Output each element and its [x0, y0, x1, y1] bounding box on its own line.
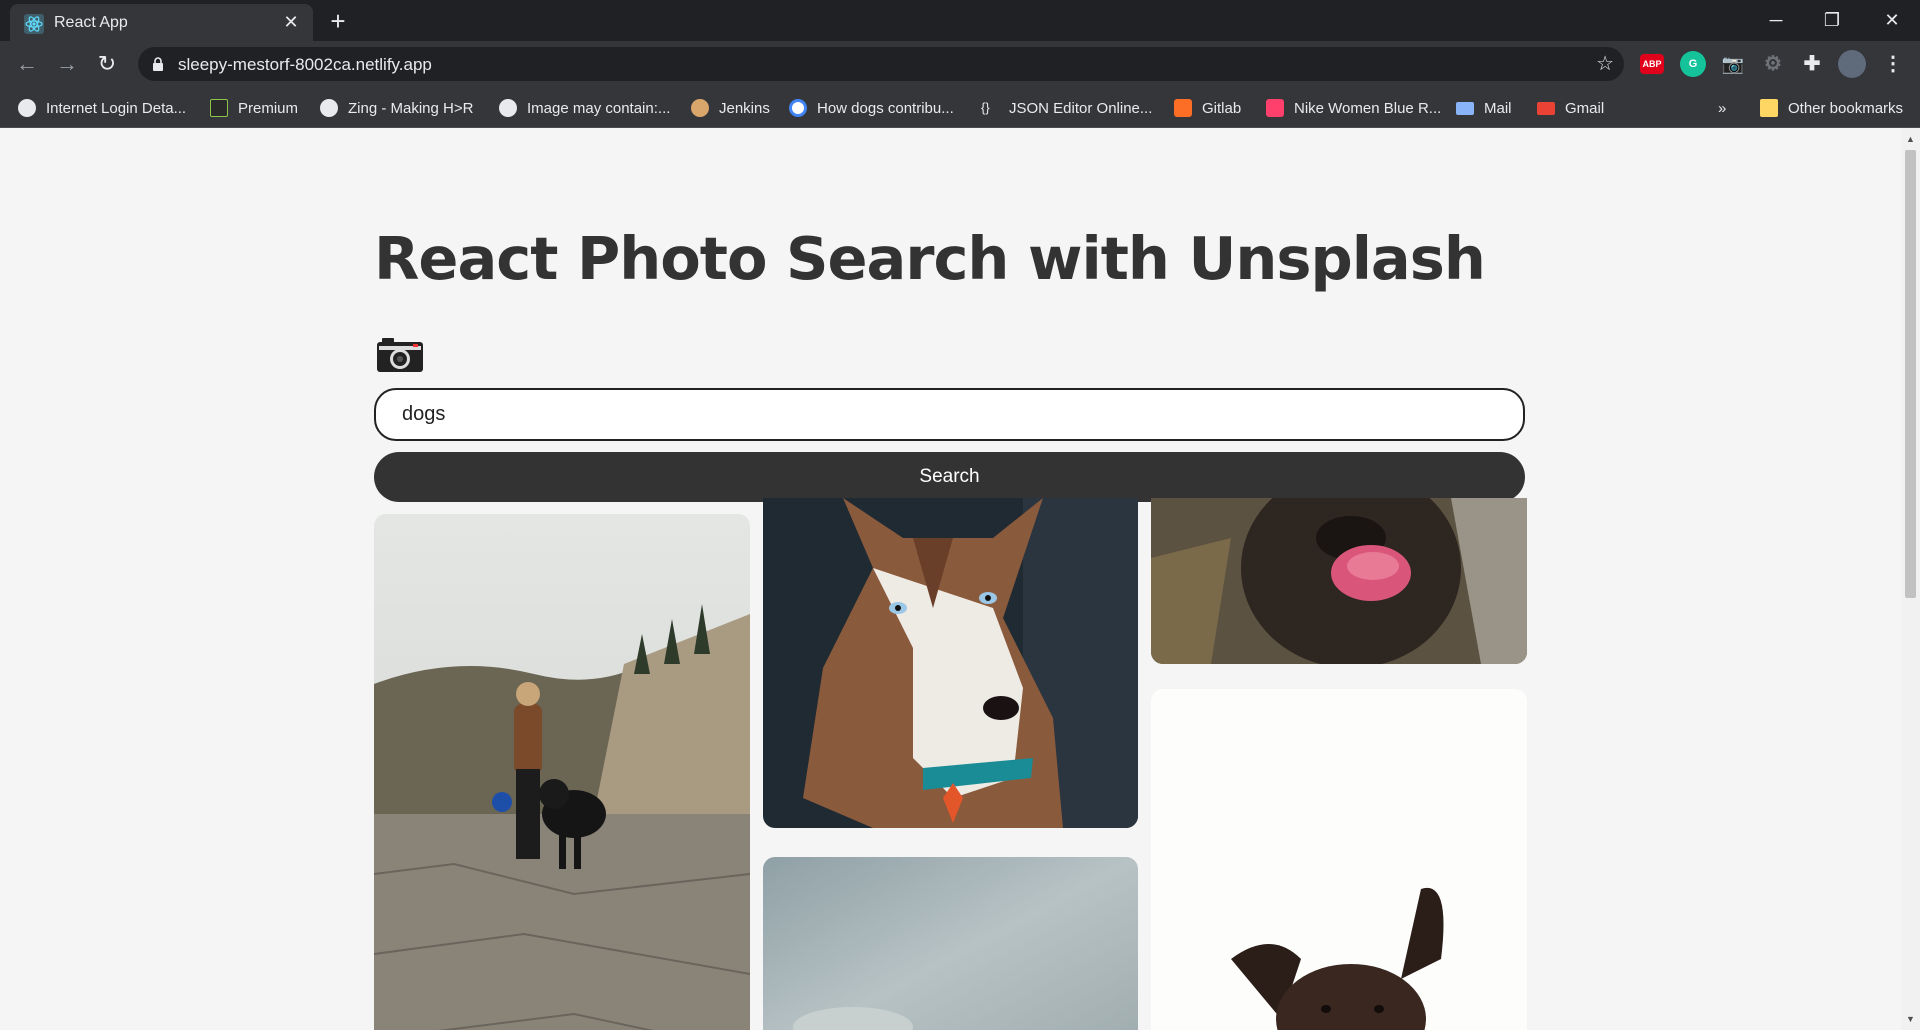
- react-icon: [24, 14, 44, 34]
- address-bar[interactable]: sleepy-mestorf-8002ca.netlify.app ☆: [138, 47, 1624, 81]
- chrome-menu-icon[interactable]: ⋮: [1880, 51, 1906, 77]
- scroll-down-icon[interactable]: ▼: [1905, 1014, 1916, 1024]
- close-window-icon[interactable]: ✕: [1864, 0, 1920, 41]
- minimize-icon[interactable]: ─: [1748, 0, 1804, 41]
- browser-tab[interactable]: React App ✕: [10, 4, 313, 41]
- restore-icon[interactable]: ❐: [1804, 0, 1860, 41]
- adblock-icon[interactable]: ABP: [1640, 54, 1664, 74]
- forward-icon[interactable]: →: [52, 49, 82, 79]
- search-input[interactable]: [374, 388, 1525, 441]
- tab-title: React App: [54, 14, 128, 31]
- camera-icon: [377, 338, 423, 372]
- myntra-icon: [1266, 99, 1284, 117]
- photo-image: [374, 514, 750, 1030]
- premium-icon: [210, 99, 228, 117]
- gmail-icon: [1537, 101, 1555, 115]
- browser-titlebar: React App ✕ + ─ ❐ ✕: [0, 0, 1920, 41]
- back-icon[interactable]: ←: [12, 49, 42, 79]
- bookmark-item[interactable]: Mail: [1456, 96, 1512, 120]
- photo-image: [763, 857, 1138, 1030]
- photo-image: [1151, 689, 1527, 1030]
- jenkins-icon: [691, 99, 709, 117]
- page-content: React Photo Search with Unsplash Search: [0, 128, 1901, 1030]
- profile-avatar-icon[interactable]: [1838, 50, 1866, 78]
- search-button[interactable]: Search: [374, 452, 1525, 502]
- folder-icon: [1760, 99, 1778, 117]
- google-icon: [789, 99, 807, 117]
- globe-icon: [18, 99, 36, 117]
- photo-card[interactable]: [763, 498, 1138, 828]
- extensions-puzzle-icon[interactable]: ✚: [1799, 51, 1825, 77]
- bookmarks-bar: Internet Login Deta... Premium Zing - Ma…: [0, 88, 1920, 128]
- reload-icon[interactable]: ↻: [92, 49, 122, 79]
- photo-card[interactable]: [1151, 689, 1527, 1030]
- bookmark-star-icon[interactable]: ☆: [1596, 51, 1614, 76]
- scroll-thumb[interactable]: [1905, 150, 1916, 598]
- grammarly-icon[interactable]: G: [1680, 51, 1706, 77]
- lock-icon: [153, 57, 163, 71]
- settings-extension-icon[interactable]: ⚙: [1760, 51, 1786, 77]
- url-text: sleepy-mestorf-8002ca.netlify.app: [178, 55, 432, 74]
- new-tab-icon[interactable]: +: [324, 8, 352, 36]
- photo-card[interactable]: [1151, 498, 1527, 664]
- tab-close-icon[interactable]: ✕: [279, 10, 303, 34]
- bookmark-item[interactable]: Gmail: [1537, 96, 1604, 120]
- globe-icon: [499, 99, 517, 117]
- photo-image: [1151, 498, 1527, 664]
- photo-card[interactable]: [763, 857, 1138, 1030]
- photo-card[interactable]: [374, 514, 750, 1030]
- bookmark-item[interactable]: Gitlab: [1174, 96, 1241, 120]
- mail-icon: [1456, 101, 1474, 115]
- bookmark-item[interactable]: Image may contain:...: [499, 96, 670, 120]
- page-title: React Photo Search with Unsplash: [374, 224, 1486, 293]
- json-icon: {}: [981, 100, 990, 115]
- other-bookmarks[interactable]: Other bookmarks: [1760, 96, 1903, 120]
- bookmarks-overflow-icon[interactable]: »: [1718, 96, 1726, 120]
- bookmark-item[interactable]: Nike Women Blue R...: [1266, 96, 1441, 120]
- bookmark-item[interactable]: Jenkins: [691, 96, 770, 120]
- globe-icon: [320, 99, 338, 117]
- gitlab-icon: [1174, 99, 1192, 117]
- bookmark-item[interactable]: Zing - Making H>R: [320, 96, 473, 120]
- photo-image: [763, 498, 1138, 828]
- camera-extension-icon[interactable]: 📷: [1720, 51, 1746, 77]
- bookmark-item[interactable]: {} JSON Editor Online...: [981, 96, 1152, 120]
- bookmark-item[interactable]: Premium: [210, 96, 298, 120]
- bookmark-item[interactable]: Internet Login Deta...: [18, 96, 186, 120]
- scroll-up-icon[interactable]: ▲: [1905, 134, 1916, 144]
- browser-toolbar: ← → ↻ sleepy-mestorf-8002ca.netlify.app …: [0, 41, 1920, 88]
- page-scrollbar[interactable]: ▲ ▼: [1901, 128, 1920, 1030]
- bookmark-item[interactable]: How dogs contribu...: [789, 96, 954, 120]
